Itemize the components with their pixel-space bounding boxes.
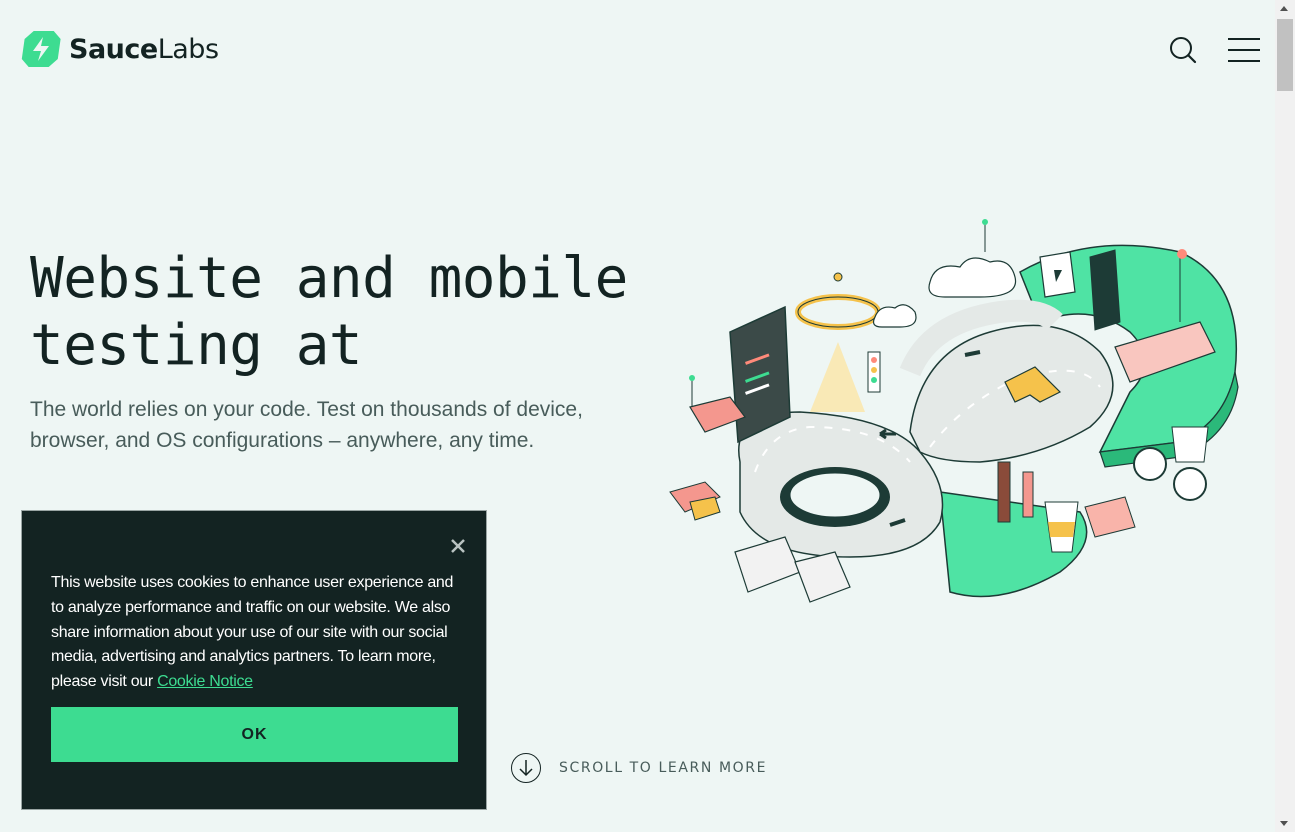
cookie-notice-link[interactable]: Cookie Notice xyxy=(157,673,253,690)
saucelabs-logo[interactable]: SauceLabs xyxy=(21,29,219,69)
arrow-down-circle-icon xyxy=(511,753,541,783)
search-icon xyxy=(1170,37,1197,64)
menu-bar xyxy=(1228,60,1260,62)
scroll-down-arrow-icon[interactable] xyxy=(1280,821,1288,826)
search-button[interactable] xyxy=(1168,35,1198,65)
hero-title: Website and mobile testing at xyxy=(30,246,628,378)
cookie-ok-button[interactable]: OK xyxy=(51,707,458,762)
hamburger-menu-button[interactable] xyxy=(1228,38,1260,62)
cookie-consent-banner: This website uses cookies to enhance use… xyxy=(21,510,487,810)
scrollbar-thumb[interactable] xyxy=(1277,19,1293,91)
hero-illustration xyxy=(669,219,1239,603)
scroll-cta-label: SCROLL TO LEARN MORE xyxy=(559,760,768,776)
hero-subtitle: The world relies on your code. Test on t… xyxy=(30,398,583,452)
menu-bar xyxy=(1228,38,1260,40)
saucelabs-logo-icon xyxy=(21,31,61,67)
scroll-to-learn-more[interactable]: SCROLL TO LEARN MORE xyxy=(511,753,767,783)
close-icon xyxy=(451,539,465,553)
close-cookie-banner-button[interactable] xyxy=(448,536,468,556)
logo-wordmark: SauceLabs xyxy=(69,33,219,65)
page-scrollbar[interactable] xyxy=(1275,0,1295,832)
cookie-message: This website uses cookies to enhance use… xyxy=(51,571,461,695)
scroll-up-arrow-icon[interactable] xyxy=(1280,6,1288,11)
menu-bar xyxy=(1228,49,1260,51)
